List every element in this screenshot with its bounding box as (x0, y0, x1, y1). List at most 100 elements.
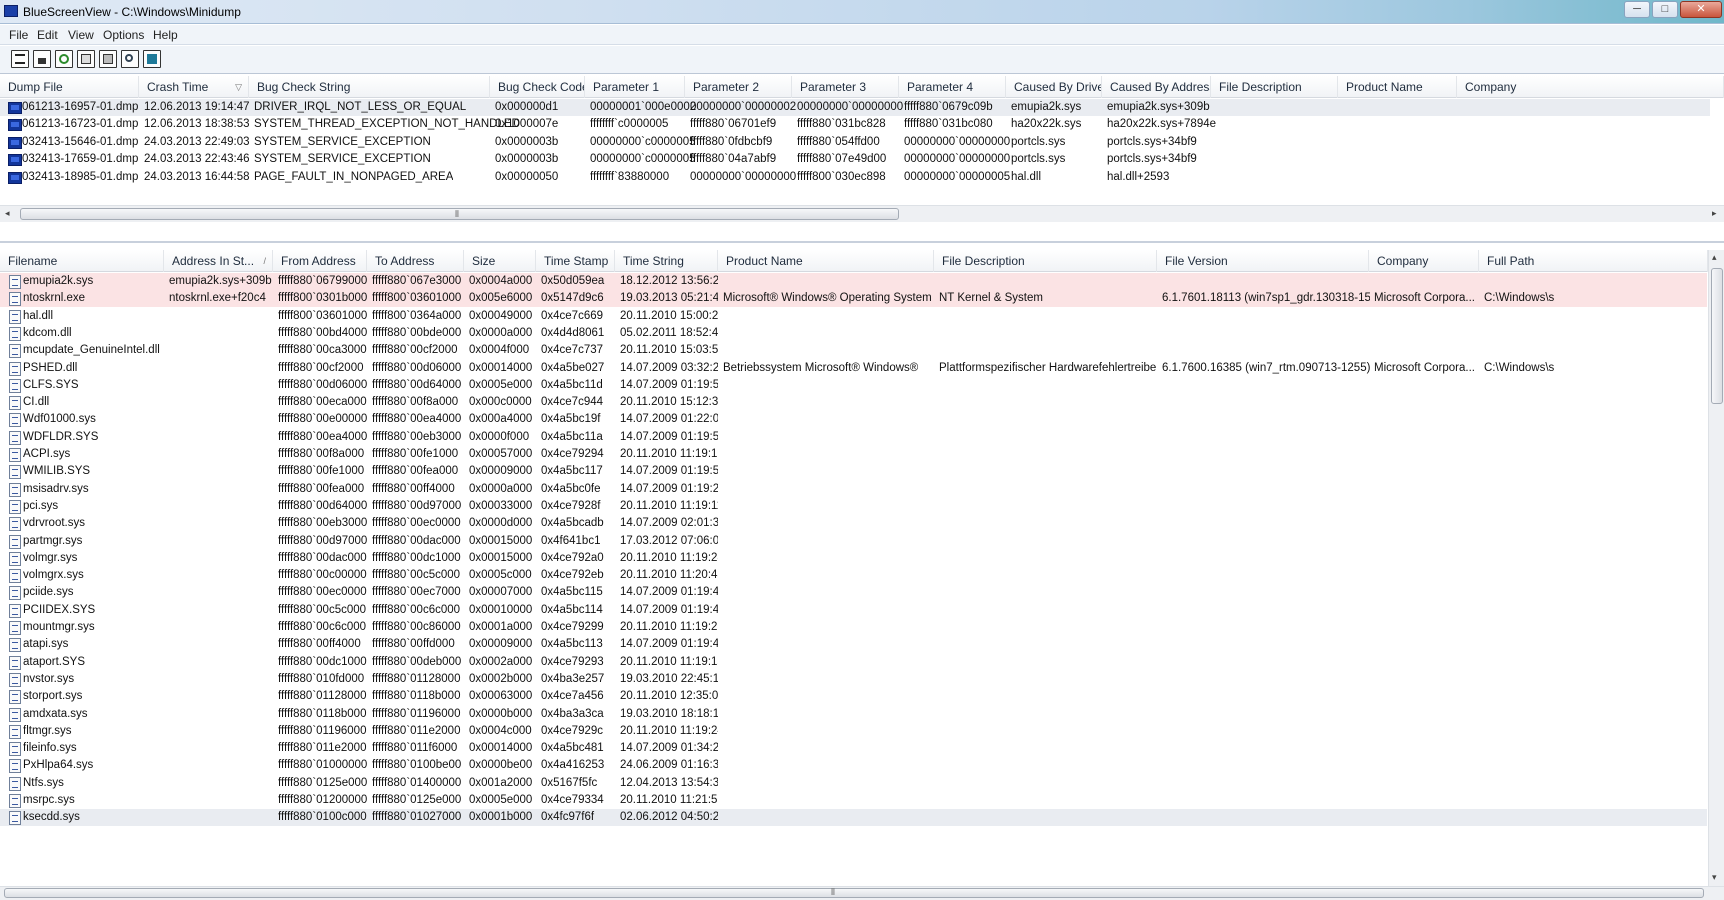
col-parameter-4[interactable]: Parameter 4 (899, 76, 1006, 98)
col-file-version[interactable]: File Version (1157, 250, 1369, 272)
cell-product-name (723, 411, 933, 428)
refresh-icon[interactable] (55, 50, 73, 68)
module-row[interactable]: atapi.sys fffff880`00ff4000 fffff880`00ffd… (0, 636, 1707, 653)
module-row[interactable]: nvstor.sys fffff880`010fd000 fffff880`0112… (0, 671, 1707, 688)
col-company[interactable]: Company (1457, 76, 1724, 98)
copy-icon[interactable] (77, 50, 95, 68)
col-size[interactable]: Size (464, 250, 536, 272)
module-row[interactable]: emupia2k.sys emupia2k.sys+309b fffff880`06… (0, 273, 1707, 290)
module-list-hscrollbar[interactable]: ⦀ (0, 886, 1724, 900)
col-bug-check-string[interactable]: Bug Check String (249, 76, 490, 98)
module-row[interactable]: mountmgr.sys fffff880`00c6c000 fffff880`00… (0, 619, 1707, 636)
module-file-icon (9, 361, 21, 376)
module-row[interactable]: amdxata.sys fffff880`0118b000 fffff880`011… (0, 706, 1707, 723)
dump-row[interactable]: 061213-16957-01.dmp 12.06.2013 19:14:47 DR… (0, 99, 1710, 116)
cell-to-address: fffff880`01128000 (372, 672, 461, 685)
module-row[interactable]: Ntfs.sys fffff880`0125e000 fffff880`014000… (0, 775, 1707, 792)
col-address-in-stack[interactable]: Address In St... / (164, 250, 273, 272)
module-list-vscrollbar[interactable]: ▴ ▾ (1708, 250, 1724, 886)
options-icon[interactable] (99, 50, 117, 68)
col-parameter-3[interactable]: Parameter 3 (792, 76, 899, 98)
cell-filename: volmgr.sys (23, 551, 78, 564)
module-row[interactable]: volmgr.sys fffff880`00dac000 fffff880`00dc… (0, 550, 1707, 567)
col-file-description[interactable]: File Description (1211, 76, 1338, 98)
col-parameter-1[interactable]: Parameter 1 (585, 76, 685, 98)
module-row[interactable]: ntoskrnl.exe ntoskrnl.exe+f20c4 fffff800`0… (0, 290, 1707, 308)
cell-file-version (1162, 446, 1370, 463)
scroll-up-icon[interactable]: ▴ (1712, 252, 1717, 263)
module-row[interactable]: fileinfo.sys fffff880`011e2000 fffff880`01… (0, 740, 1707, 757)
module-row[interactable]: Wdf01000.sys fffff880`00e00000 fffff880`00… (0, 411, 1707, 428)
col-dump-file[interactable]: Dump File (0, 76, 139, 98)
scroll-right-icon[interactable]: ▸ (1712, 208, 1717, 219)
col-product-name[interactable]: Product Name (718, 250, 934, 272)
vscroll-thumb[interactable] (1711, 268, 1723, 404)
module-row[interactable]: PSHED.dll fffff880`00cf2000 fffff880`00d06… (0, 360, 1707, 377)
close-button[interactable]: ✕ (1680, 1, 1722, 18)
col-from-address[interactable]: From Address (273, 250, 367, 272)
module-row[interactable]: volmgrx.sys fffff880`00c00000 fffff880`00c… (0, 567, 1707, 584)
col-full-path[interactable]: Full Path (1479, 250, 1708, 272)
scroll-left-icon[interactable]: ◂ (5, 208, 10, 219)
menu-view[interactable]: View (68, 28, 94, 42)
cell-file-version (1162, 394, 1370, 411)
module-row[interactable]: PCIIDEX.SYS fffff880`00c5c000 fffff880`00c… (0, 602, 1707, 619)
col-caused-by-address[interactable]: Caused By Address (1102, 76, 1211, 98)
col-to-address[interactable]: To Address (367, 250, 464, 272)
scroll-down-icon[interactable]: ▾ (1712, 872, 1717, 883)
col-file-description[interactable]: File Description (934, 250, 1157, 272)
cell-company (1374, 377, 1480, 394)
module-row[interactable]: msrpc.sys fffff880`01200000 fffff880`0125e… (0, 792, 1707, 809)
dump-row[interactable]: 032413-17659-01.dmp 24.03.2013 22:43:46 SY… (0, 151, 1710, 168)
col-time-string[interactable]: Time String (615, 250, 718, 272)
find-icon[interactable] (121, 50, 139, 68)
hscroll-thumb[interactable]: ⦀ (20, 208, 899, 220)
module-row[interactable]: partmgr.sys fffff880`00d97000 fffff880`00d… (0, 533, 1707, 550)
module-row[interactable]: PxHlpa64.sys fffff880`01000000 fffff880`01… (0, 757, 1707, 774)
col-caused-by-driver[interactable]: Caused By Driver (1006, 76, 1102, 98)
save-icon[interactable] (33, 50, 51, 68)
cell-size: 0x0000a000 (469, 326, 533, 339)
maximize-button[interactable]: □ (1652, 1, 1678, 18)
module-row[interactable]: pciide.sys fffff880`00ec0000 fffff880`00ec… (0, 584, 1707, 601)
col-company[interactable]: Company (1369, 250, 1479, 272)
module-row[interactable]: mcupdate_GenuineIntel.dll fffff880`00ca30… (0, 342, 1707, 359)
module-row[interactable]: ataport.SYS fffff880`00dc1000 fffff880`00d… (0, 654, 1707, 671)
col-time-stamp[interactable]: Time Stamp (536, 250, 615, 272)
module-row[interactable]: WMILIB.SYS fffff880`00fe1000 fffff880`00fe… (0, 463, 1707, 480)
module-row[interactable]: hal.dll fffff800`03601000 fffff800`0364a00… (0, 308, 1707, 325)
col-filename[interactable]: Filename (0, 250, 164, 272)
dump-list-hscrollbar[interactable]: ◂ ⦀ ▸ (0, 205, 1724, 222)
module-row[interactable]: fltmgr.sys fffff880`01196000 fffff880`011e… (0, 723, 1707, 740)
module-row[interactable]: storport.sys fffff880`01128000 fffff880`01… (0, 688, 1707, 705)
module-row[interactable]: CI.dll fffff880`00eca000 fffff880`00f8a000… (0, 394, 1707, 411)
exit-icon[interactable] (143, 50, 161, 68)
col-bug-check-code[interactable]: Bug Check Code (490, 76, 585, 98)
col-parameter-2[interactable]: Parameter 2 (685, 76, 792, 98)
menu-help[interactable]: Help (153, 28, 178, 42)
menu-edit[interactable]: Edit (37, 28, 58, 42)
cell-filename: vdrvroot.sys (23, 517, 85, 530)
dump-row[interactable]: 061213-16723-01.dmp 12.06.2013 18:38:53 SY… (0, 116, 1710, 133)
minimize-button[interactable]: ─ (1624, 1, 1650, 18)
cell-time-stamp: 0x4ce7c944 (541, 396, 604, 409)
menu-options[interactable]: Options (103, 28, 144, 42)
col-product-name[interactable]: Product Name (1338, 76, 1457, 98)
cell-company (1374, 273, 1480, 290)
properties-icon[interactable] (11, 50, 29, 68)
cell-file-description (939, 584, 1157, 601)
module-row[interactable]: msisadrv.sys fffff880`00fea000 fffff880`00… (0, 481, 1707, 498)
module-row[interactable]: kdcom.dll fffff880`00bd4000 fffff880`00bde… (0, 325, 1707, 342)
module-row[interactable]: ksecdd.sys fffff880`0100c000 fffff880`0102… (0, 809, 1707, 827)
cell-to-address: fffff880`00ff4000 (372, 482, 455, 495)
dump-row[interactable]: 032413-15646-01.dmp 24.03.2013 22:49:03 SY… (0, 134, 1710, 151)
module-row[interactable]: CLFS.SYS fffff880`00d06000 fffff880`00d640… (0, 377, 1707, 394)
module-row[interactable]: vdrvroot.sys fffff880`00eb3000 fffff880`00… (0, 515, 1707, 532)
menu-file[interactable]: File (9, 28, 28, 42)
dump-row[interactable]: 032413-18985-01.dmp 24.03.2013 16:44:58 PA… (0, 169, 1710, 186)
hscroll-thumb[interactable]: ⦀ (4, 887, 1704, 898)
col-crash-time[interactable]: Crash Time ▽ (139, 76, 249, 98)
module-row[interactable]: pci.sys fffff880`00d64000 fffff880`00d9700… (0, 498, 1707, 515)
module-row[interactable]: WDFLDR.SYS fffff880`00ea4000 fffff880`00eb… (0, 429, 1707, 446)
module-row[interactable]: ACPI.sys fffff880`00f8a000 fffff880`00fe10… (0, 446, 1707, 463)
